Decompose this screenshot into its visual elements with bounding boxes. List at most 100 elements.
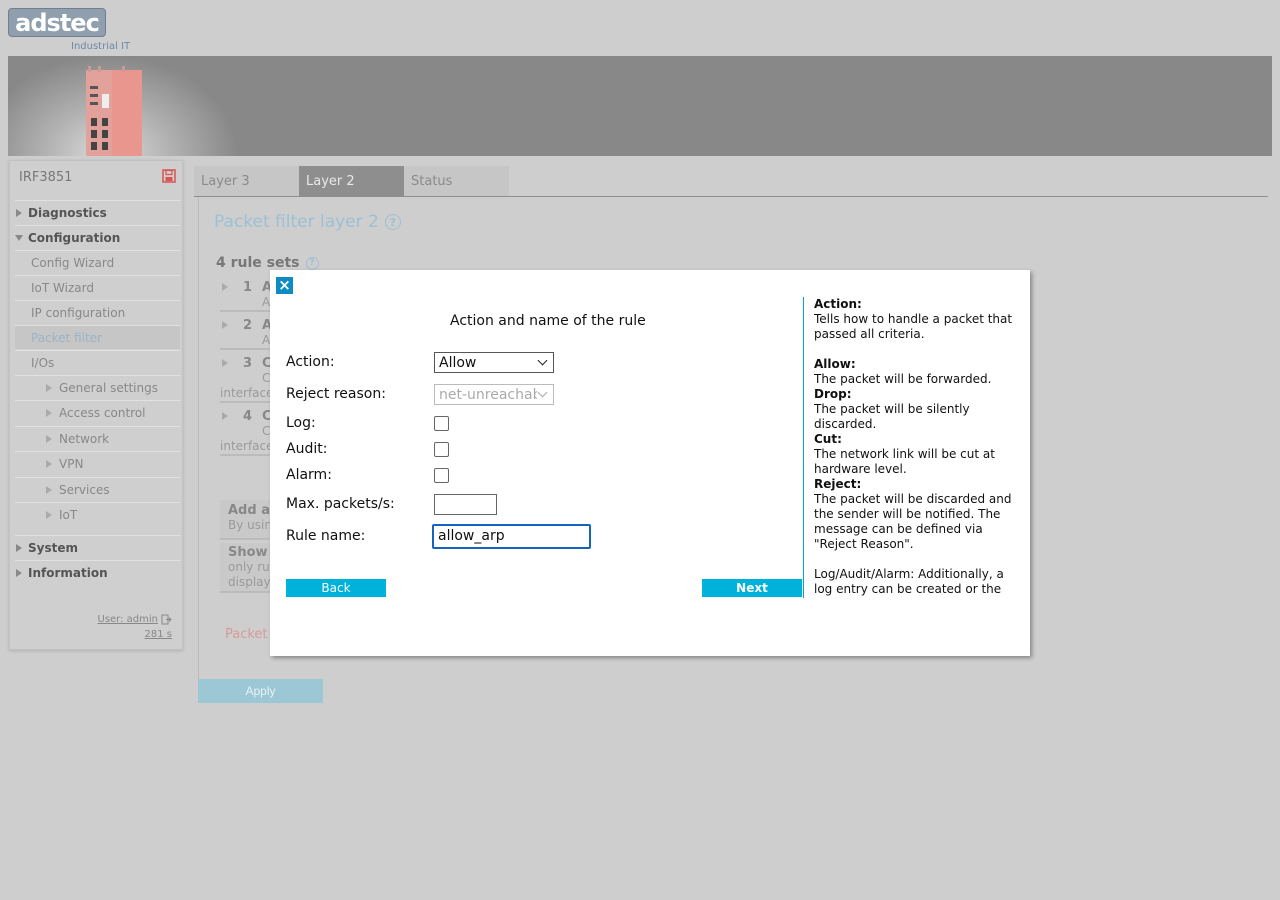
expand-arrow-icon [46, 434, 52, 443]
user-logout-link[interactable]: User: admin [98, 614, 173, 625]
rule-number: 3 [243, 356, 253, 371]
help-heading: Allow: [814, 357, 856, 371]
sidebar-item-label: Access control [59, 405, 146, 420]
sidebar-item-label: Config Wizard [31, 255, 115, 270]
sidebar-item-label: Diagnostics [28, 205, 107, 220]
dialog-title: Action and name of the rule [450, 313, 646, 329]
expand-arrow-icon [16, 208, 22, 217]
sidebar-item-label: IoT Wizard [31, 280, 94, 295]
log-label: Log: [286, 415, 316, 431]
audit-label: Audit: [286, 441, 328, 457]
session-timer: 281 s [144, 629, 172, 640]
sidebar-item-config-wizard[interactable]: Config Wizard [15, 250, 180, 274]
help-divider [803, 297, 804, 598]
tab-status[interactable]: Status [404, 166, 509, 196]
save-icon[interactable] [162, 169, 176, 183]
page-title-text: Packet filter layer 2 [214, 212, 379, 232]
help-heading: Drop: [814, 387, 852, 401]
rule-name-label: Rule name: [286, 528, 366, 544]
rule-interface: interface [220, 439, 274, 453]
show-rules-title: Show [228, 545, 268, 560]
max-packets-input[interactable] [434, 494, 497, 515]
page-title: Packet filter layer 2 ? [214, 212, 401, 232]
expand-arrow-icon [46, 510, 52, 519]
tab-layer-3[interactable]: Layer 3 [194, 166, 299, 196]
collapse-arrow-icon [15, 234, 23, 241]
back-button[interactable]: Back [286, 579, 386, 597]
log-checkbox[interactable] [434, 416, 449, 431]
user-link-text: User: admin [97, 614, 159, 625]
expand-arrow-icon [46, 459, 52, 468]
rule-number: 2 [243, 318, 253, 333]
help-panel: Action: Tells how to handle a packet tha… [814, 297, 1014, 597]
sidebar-item-packet-filter[interactable]: Packet filter [15, 325, 180, 349]
help-icon[interactable]: ? [305, 256, 319, 270]
expand-arrow-icon [222, 321, 228, 329]
sidebar-item-vpn[interactable]: VPN [15, 451, 180, 475]
help-text: The packet will be discarded and the sen… [814, 492, 1012, 551]
audit-checkbox[interactable] [434, 442, 449, 457]
sidebar-item-diagnostics[interactable]: Diagnostics [15, 200, 180, 224]
action-select[interactable]: Allow [434, 352, 554, 373]
rule-sets-heading: 4 rule sets ? [216, 255, 319, 271]
sidebar-item-ip-configuration[interactable]: IP configuration [15, 300, 180, 324]
chevron-down-icon [537, 355, 548, 366]
alarm-checkbox[interactable] [434, 468, 449, 483]
expand-arrow-icon [16, 543, 22, 552]
help-heading: Cut: [814, 432, 842, 446]
sidebar-item-system[interactable]: System [15, 535, 180, 559]
sidebar-item-label: Packet filter [31, 330, 102, 345]
sidebar-item-iot[interactable]: IoT [15, 502, 180, 526]
sidebar-item-label: IoT [59, 507, 78, 522]
sidebar-item-information[interactable]: Information [15, 560, 180, 584]
rule-name-input[interactable]: allow_arp [432, 524, 591, 549]
rule-number: 4 [243, 409, 253, 424]
sidebar-item-configuration[interactable]: Configuration [15, 225, 180, 249]
expand-arrow-icon [46, 408, 52, 417]
rule-interface: interface [220, 386, 274, 400]
help-text: The network link will be cut at hardware… [814, 447, 995, 476]
sidebar-item-label: IP configuration [31, 305, 126, 320]
sidebar-item-iot-wizard[interactable]: IoT Wizard [15, 275, 180, 299]
logout-icon [161, 614, 172, 625]
sidebar-item-ios[interactable]: I/Os [15, 350, 180, 374]
reject-reason-value: net-unreachable [439, 386, 537, 403]
show-rules-line: display [228, 575, 271, 589]
sidebar-item-services[interactable]: Services [15, 477, 180, 501]
sidebar-item-label: Network [59, 431, 110, 446]
expand-arrow-icon [46, 383, 52, 392]
chevron-down-icon [537, 387, 548, 398]
reject-reason-select: net-unreachable [434, 384, 554, 405]
rule-sets-count: 4 rule sets [216, 255, 300, 271]
logo-text: adstec [15, 8, 100, 37]
rule-description: A [262, 295, 271, 309]
close-icon[interactable]: × [276, 277, 293, 294]
expand-arrow-icon [222, 412, 228, 420]
sidebar-item-access-control[interactable]: Access control [15, 400, 180, 424]
expand-arrow-icon [222, 359, 228, 367]
rule-wizard-dialog: × Action and name of the rule Action: Al… [270, 270, 1030, 656]
add-rule-set-title: Add a [228, 503, 270, 518]
packet-filter-status: Packet [225, 627, 268, 642]
sidebar-item-label: General settings [59, 380, 158, 395]
rule-number: 1 [243, 280, 253, 295]
help-heading: Action: [814, 297, 862, 311]
help-icon[interactable]: ? [384, 214, 401, 230]
tab-layer-2[interactable]: Layer 2 [299, 166, 404, 196]
expand-arrow-icon [16, 568, 22, 577]
sidebar-item-label: I/Os [31, 355, 55, 370]
add-rule-set-description: By usin [228, 518, 272, 532]
sidebar-item-general-settings[interactable]: General settings [15, 375, 180, 399]
help-heading: Reject: [814, 477, 862, 491]
router-device-image [86, 66, 142, 156]
apply-button[interactable]: Apply [198, 679, 323, 703]
next-button[interactable]: Next [702, 579, 802, 597]
max-packets-label: Max. packets/s: [286, 496, 395, 512]
header-banner [8, 56, 1272, 156]
sidebar-item-label: System [28, 540, 78, 555]
adstec-logo: adstec [8, 8, 106, 37]
action-label: Action: [286, 354, 335, 370]
sidebar-item-network[interactable]: Network [15, 426, 180, 450]
sidebar: IRF3851 Diagnostics Configuration Config… [9, 160, 183, 650]
help-text: The packet will be forwarded. [814, 372, 992, 386]
